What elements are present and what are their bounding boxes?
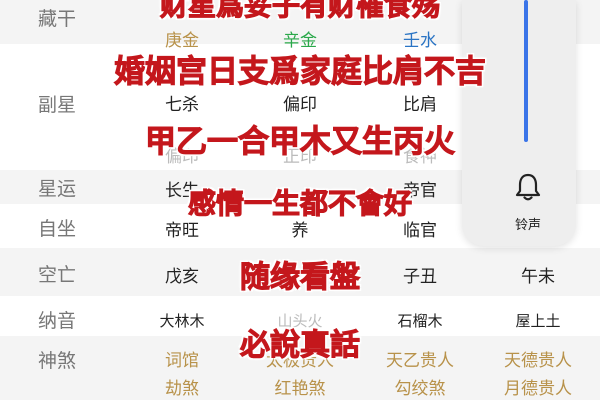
label-zizuo: 自坐	[38, 218, 77, 240]
cell-kongwang-1: 戊亥	[165, 267, 199, 287]
label-canggan: 藏干	[38, 8, 77, 30]
overlay-caption-6: 必說真話	[240, 328, 361, 364]
cell-shensha-2b: 红艳煞	[274, 379, 326, 399]
cell-shensha-3a: 天乙贵人	[386, 351, 454, 371]
cell-shensha-1b: 劫煞	[165, 379, 199, 399]
cell-shensha-3b: 勾绞煞	[394, 379, 446, 399]
cell-fuxing-1: 七杀	[165, 95, 199, 115]
overlay-caption-2: 婚姻宫日支爲家庭比肩不吉	[114, 54, 487, 91]
overlay-caption-5: 随缘看盤	[240, 260, 361, 296]
cell-fuxing-3: 比肩	[403, 95, 437, 115]
cell-nayin-1: 大林木	[159, 312, 205, 330]
label-kongwang: 空亡	[38, 264, 77, 286]
cell-fuxing-2: 偏印	[283, 95, 317, 115]
bell-icon[interactable]	[514, 172, 542, 202]
cell-kongwang-3: 子丑	[403, 267, 437, 287]
ringtone-label: 铃声	[514, 218, 541, 233]
cell-shensha-4a: 天德贵人	[504, 351, 572, 371]
overlay-caption-3: 甲乙一合甲木又生丙火	[145, 124, 456, 161]
volume-panel	[462, 0, 576, 246]
label-fuxing: 副星	[38, 94, 77, 116]
cell-nayin-3: 石榴木	[397, 312, 443, 330]
cell-shensha-4b: 月德贵人	[504, 379, 572, 399]
cell-shensha-1a: 词馆	[165, 351, 199, 371]
volume-slider[interactable]	[524, 0, 528, 142]
label-xingyun: 星运	[38, 178, 77, 200]
label-shensha: 神煞	[38, 350, 77, 372]
overlay-caption-1: 财星爲妥子有财罹食殇	[159, 0, 441, 23]
label-nayin: 纳音	[38, 310, 77, 332]
overlay-caption-4: 感情一生都不會好	[187, 187, 413, 221]
cell-kongwang-4: 午未	[521, 267, 555, 287]
cell-nayin-4: 屋上土	[515, 312, 561, 330]
